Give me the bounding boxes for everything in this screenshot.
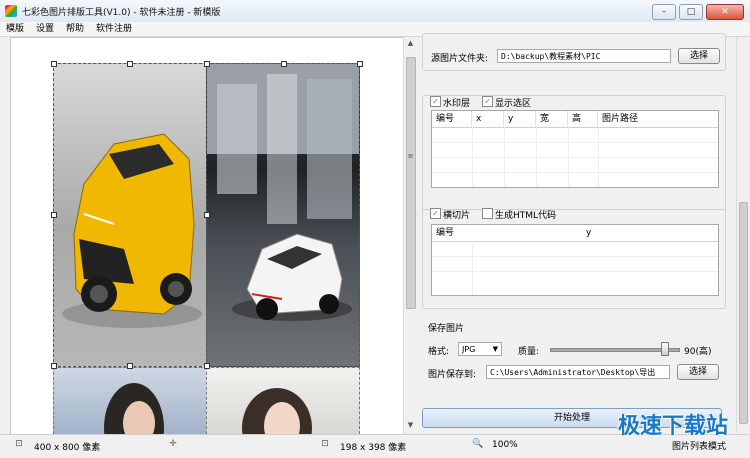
table-col-line bbox=[536, 127, 537, 187]
table-header-divider bbox=[432, 241, 718, 242]
layout-canvas[interactable] bbox=[10, 37, 405, 435]
menu-template[interactable]: 模版 bbox=[0, 22, 30, 36]
col-id[interactable]: 编号 bbox=[432, 111, 472, 127]
window-controls: – □ ✕ bbox=[652, 4, 744, 20]
show-selection-label: 显示选区 bbox=[495, 99, 532, 109]
source-folder-label: 源图片文件夹: bbox=[431, 54, 489, 64]
app-icon bbox=[5, 5, 17, 17]
slice-checkbox-label: 横切片 bbox=[443, 211, 471, 221]
show-selection-checkbox[interactable]: ✓ bbox=[482, 96, 493, 107]
table-row bbox=[432, 271, 718, 272]
slice-checkbox[interactable]: ✓ bbox=[430, 208, 441, 219]
panel-scrollbar[interactable] bbox=[736, 37, 749, 433]
html-code-checkbox[interactable] bbox=[482, 208, 493, 219]
resize-handle[interactable] bbox=[281, 61, 287, 67]
table-row bbox=[432, 256, 718, 257]
save-section-label: 保存图片 bbox=[428, 324, 465, 334]
selection-size-text: 198 x 398 像素 bbox=[340, 443, 407, 453]
col-slice-id[interactable]: 编号 bbox=[432, 225, 472, 241]
source-select-button[interactable]: 选择 bbox=[678, 48, 720, 64]
format-value: JPG bbox=[462, 345, 476, 354]
table-col-line bbox=[504, 127, 505, 187]
resize-handle[interactable] bbox=[204, 61, 210, 67]
quality-value-label: 90(高) bbox=[684, 347, 712, 357]
maximize-button[interactable]: □ bbox=[679, 4, 703, 20]
slice-table[interactable]: 编号 y bbox=[431, 224, 719, 296]
image-slot-portrait-left[interactable] bbox=[53, 367, 207, 434]
splitter-grip-icon[interactable]: ≡ bbox=[406, 152, 415, 161]
resize-handle[interactable] bbox=[204, 212, 210, 218]
quality-slider-knob[interactable] bbox=[661, 342, 670, 356]
table-row bbox=[432, 172, 718, 173]
canvas-scrollbar[interactable]: ▲ ≡ ▼ bbox=[403, 37, 417, 433]
watermark-table[interactable]: 编号 x y 宽 高 图片路径 bbox=[431, 110, 719, 188]
image-slot-portrait-right[interactable] bbox=[206, 367, 360, 434]
menu-register[interactable]: 软件注册 bbox=[90, 22, 138, 36]
view-mode-text[interactable]: 图片列表模式 bbox=[672, 439, 726, 452]
table-col-line bbox=[568, 127, 569, 187]
image-slot-car-white[interactable] bbox=[206, 63, 360, 367]
canvas-size-text: 400 x 800 像素 bbox=[34, 443, 101, 453]
site-watermark: 极速下载站 bbox=[617, 414, 728, 439]
portrait-image bbox=[104, 383, 164, 434]
resize-handle[interactable] bbox=[51, 363, 57, 369]
watermark-checkbox[interactable]: ✓ bbox=[430, 96, 441, 107]
source-group: 源图片文件夹: D:\backup\教程素材\PIC 选择 bbox=[422, 33, 726, 71]
canvas-size-icon: ⊡ bbox=[15, 439, 23, 449]
watermark-group: ✓ 水印层 ✓ 显示选区 编号 x y 宽 高 图片路径 bbox=[422, 95, 726, 219]
source-folder-input[interactable]: D:\backup\教程素材\PIC bbox=[497, 49, 671, 63]
title-bar: 七彩色图片排版工具(V1.0) - 软件未注册 - 新模版 – □ ✕ bbox=[0, 0, 750, 23]
white-car-image bbox=[207, 64, 359, 321]
save-path-input[interactable]: C:\Users\Administrator\Desktop\导出 bbox=[486, 365, 670, 379]
html-code-label: 生成HTML代码 bbox=[495, 211, 557, 221]
panel-scroll-thumb[interactable] bbox=[739, 202, 748, 424]
resize-handle[interactable] bbox=[357, 61, 363, 67]
format-label: 格式: bbox=[428, 347, 450, 357]
canvas-scroll-thumb[interactable] bbox=[406, 57, 416, 309]
window-title: 七彩色图片排版工具(V1.0) - 软件未注册 - 新模版 bbox=[22, 8, 221, 18]
zoom-icon[interactable]: 🔍 bbox=[472, 439, 483, 449]
format-select[interactable]: JPG ▼ bbox=[458, 342, 502, 356]
minimize-button[interactable]: – bbox=[652, 4, 676, 20]
col-image-path[interactable]: 图片路径 bbox=[598, 111, 718, 127]
menu-settings[interactable]: 设置 bbox=[30, 22, 60, 36]
resize-handle[interactable] bbox=[127, 61, 133, 67]
save-select-button[interactable]: 选择 bbox=[677, 364, 719, 380]
resize-handle[interactable] bbox=[51, 61, 57, 67]
scroll-up-icon[interactable]: ▲ bbox=[406, 39, 415, 48]
resize-handle[interactable] bbox=[127, 363, 133, 369]
zoom-level: 100% bbox=[492, 440, 518, 450]
table-col-line bbox=[598, 127, 599, 187]
col-slice-y[interactable]: y bbox=[582, 225, 702, 241]
move-icon[interactable]: ✛ bbox=[168, 439, 178, 449]
menu-help[interactable]: 帮助 bbox=[60, 22, 90, 36]
selection-size-icon: ⊡ bbox=[321, 439, 329, 449]
watermark-checkbox-label: 水印层 bbox=[443, 99, 471, 109]
col-x[interactable]: x bbox=[472, 111, 504, 127]
close-button[interactable]: ✕ bbox=[706, 4, 744, 20]
col-height[interactable]: 高 bbox=[568, 111, 598, 127]
table-row bbox=[432, 157, 718, 158]
col-y[interactable]: y bbox=[504, 111, 536, 127]
save-to-label: 图片保存到: bbox=[428, 370, 477, 380]
table-row bbox=[432, 142, 718, 143]
table-col-line bbox=[472, 127, 473, 187]
col-width[interactable]: 宽 bbox=[536, 111, 568, 127]
portrait-image-2 bbox=[242, 388, 312, 434]
dropdown-arrow-icon: ▼ bbox=[492, 345, 498, 353]
slice-group: ✓ 横切片 生成HTML代码 编号 y bbox=[422, 208, 726, 309]
resize-handle[interactable] bbox=[51, 212, 57, 218]
settings-panel: 源图片文件夹: D:\backup\教程素材\PIC 选择 ✓ 水印层 ✓ 显示… bbox=[418, 33, 736, 433]
resize-handle[interactable] bbox=[204, 363, 210, 369]
image-slot-car-yellow[interactable] bbox=[53, 63, 207, 367]
yellow-car-image bbox=[62, 133, 202, 328]
table-header-divider bbox=[432, 127, 718, 128]
table-col-line bbox=[472, 241, 473, 295]
save-group: 保存图片 格式: JPG ▼ 质量: 90(高) 图片保存到: C:\Users… bbox=[422, 313, 724, 405]
scroll-down-icon[interactable]: ▼ bbox=[406, 421, 415, 430]
quality-label: 质量: bbox=[518, 347, 540, 357]
